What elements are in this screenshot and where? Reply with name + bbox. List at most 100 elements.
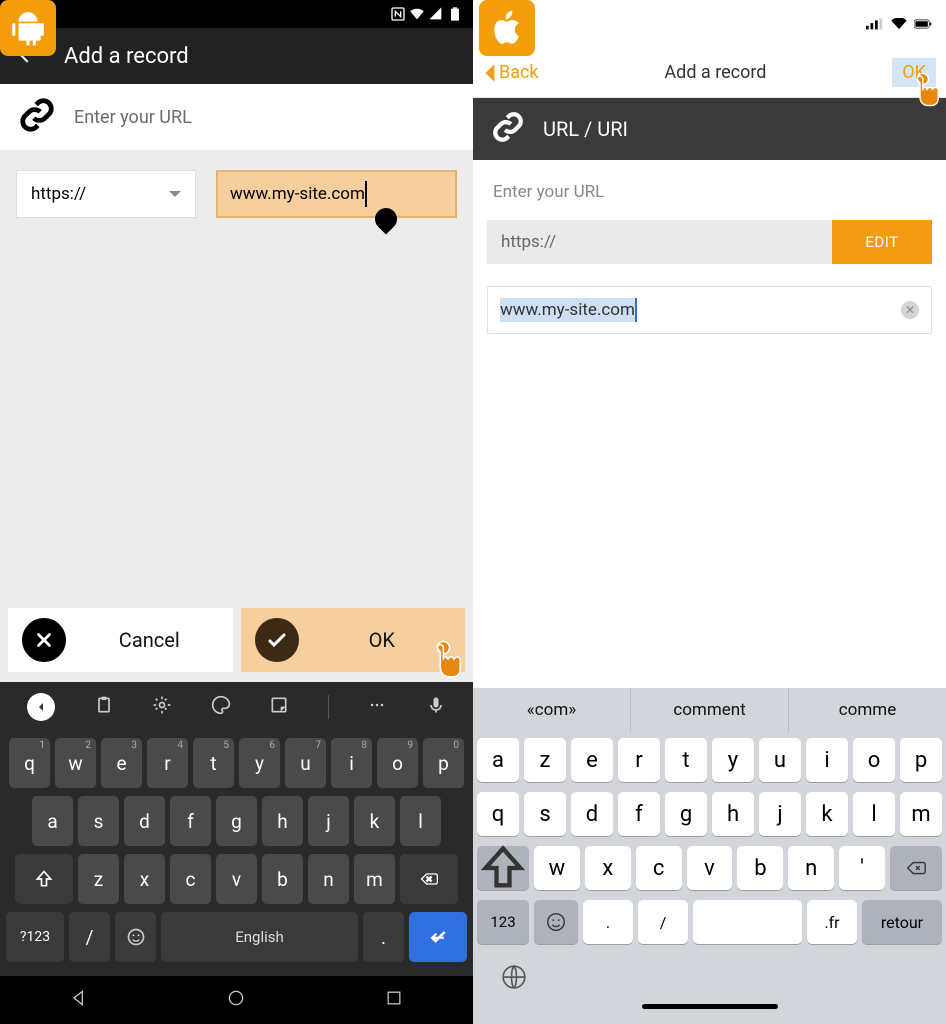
space-key[interactable] <box>693 900 802 944</box>
home-indicator[interactable] <box>473 1004 946 1024</box>
more-icon[interactable] <box>367 695 387 719</box>
key-k[interactable]: k <box>354 796 395 846</box>
key-m[interactable]: m <box>354 854 395 904</box>
key-b[interactable]: b <box>262 854 303 904</box>
shift-key[interactable] <box>477 846 529 890</box>
space-key[interactable]: English <box>161 912 358 962</box>
key-z[interactable]: z <box>524 738 566 782</box>
return-key[interactable]: retour <box>862 900 942 944</box>
suggestion[interactable]: «com» <box>473 688 631 732</box>
nav-back-icon[interactable] <box>69 988 89 1012</box>
key-w[interactable]: w2 <box>55 738 96 788</box>
key-r[interactable]: r <box>618 738 660 782</box>
ios-phone: Back Add a record OK URL / URI Enter you… <box>473 0 946 1024</box>
back-button[interactable]: Back <box>483 62 539 84</box>
key-p[interactable]: p <box>900 738 942 782</box>
mic-icon[interactable] <box>426 695 446 719</box>
nav-home-icon[interactable] <box>226 988 246 1012</box>
key-h[interactable]: h <box>712 792 754 836</box>
edit-button[interactable]: EDIT <box>832 220 932 264</box>
key-i[interactable]: i <box>806 738 848 782</box>
key-v[interactable]: v <box>216 854 257 904</box>
ok-button[interactable]: OK <box>892 58 936 87</box>
key-x[interactable]: x <box>124 854 165 904</box>
key-j[interactable]: j <box>308 796 349 846</box>
key-n[interactable]: n <box>788 846 834 890</box>
key-s[interactable]: s <box>524 792 566 836</box>
key-'[interactable]: ' <box>839 846 885 890</box>
key-q[interactable]: q <box>477 792 519 836</box>
key-d[interactable]: d <box>571 792 613 836</box>
key-h[interactable]: h <box>262 796 303 846</box>
return-key[interactable] <box>409 912 467 962</box>
key-y[interactable]: y <box>712 738 754 782</box>
key-p[interactable]: p0 <box>423 738 464 788</box>
scheme-dropdown[interactable]: https:// <box>16 170 196 218</box>
key-f[interactable]: f <box>170 796 211 846</box>
url-input[interactable]: www.my-site.com ✕ <box>487 286 932 334</box>
note-icon[interactable] <box>269 695 289 719</box>
key-n[interactable]: n <box>308 854 349 904</box>
key-a[interactable]: a <box>32 796 73 846</box>
ok-button[interactable]: OK <box>241 608 466 672</box>
key-t[interactable]: t <box>665 738 707 782</box>
key-o[interactable]: o9 <box>377 738 418 788</box>
emoji-key[interactable] <box>115 912 156 962</box>
slash-key[interactable]: / <box>69 912 110 962</box>
key-c[interactable]: c <box>170 854 211 904</box>
key-f[interactable]: f <box>618 792 660 836</box>
key-q[interactable]: q1 <box>9 738 50 788</box>
key-y[interactable]: y6 <box>239 738 280 788</box>
clear-icon[interactable]: ✕ <box>901 301 919 319</box>
key-i[interactable]: i8 <box>331 738 372 788</box>
kb-back-icon[interactable] <box>27 693 55 721</box>
suggestion[interactable]: comme <box>789 688 946 732</box>
key-e[interactable]: e <box>571 738 613 782</box>
palette-icon[interactable] <box>211 695 231 719</box>
symbols-key[interactable]: 123 <box>477 900 529 944</box>
shift-key[interactable] <box>15 854 73 904</box>
key-l[interactable]: l <box>853 792 895 836</box>
key-v[interactable]: v <box>687 846 733 890</box>
key-j[interactable]: j <box>759 792 801 836</box>
clipboard-icon[interactable] <box>94 695 114 719</box>
tld-key[interactable]: .fr <box>807 900 857 944</box>
key-z[interactable]: z <box>78 854 119 904</box>
ios-header: Back Add a record OK <box>473 48 946 98</box>
key-t[interactable]: t5 <box>193 738 234 788</box>
backspace-key[interactable] <box>400 854 458 904</box>
key-b[interactable]: b <box>737 846 783 890</box>
backspace-key[interactable] <box>890 846 942 890</box>
key-r[interactable]: r4 <box>147 738 188 788</box>
globe-icon[interactable] <box>501 964 527 994</box>
key-g[interactable]: g <box>665 792 707 836</box>
nav-recent-icon[interactable] <box>384 988 404 1012</box>
key-s[interactable]: s <box>78 796 119 846</box>
battery-icon <box>447 6 463 22</box>
key-a[interactable]: a <box>477 738 519 782</box>
ios-badge <box>479 0 535 56</box>
key-w[interactable]: w <box>534 846 580 890</box>
url-label-row: Enter your URL <box>0 84 473 150</box>
key-c[interactable]: c <box>636 846 682 890</box>
url-input[interactable]: www.my-site.com <box>216 170 457 218</box>
cancel-button[interactable]: Cancel <box>8 608 233 672</box>
key-u[interactable]: u <box>759 738 801 782</box>
gear-icon[interactable] <box>152 695 172 719</box>
key-e[interactable]: e3 <box>101 738 142 788</box>
period-key[interactable]: . <box>583 900 633 944</box>
slash-key[interactable]: / <box>638 900 688 944</box>
key-d[interactable]: d <box>124 796 165 846</box>
key-k[interactable]: k <box>806 792 848 836</box>
key-l[interactable]: l <box>400 796 441 846</box>
key-o[interactable]: o <box>853 738 895 782</box>
suggestion[interactable]: comment <box>631 688 789 732</box>
symbols-key[interactable]: ?123 <box>6 912 64 962</box>
key-u[interactable]: u7 <box>285 738 326 788</box>
android-body: https:// www.my-site.com <box>0 150 473 598</box>
period-key[interactable]: . <box>363 912 404 962</box>
key-g[interactable]: g <box>216 796 257 846</box>
emoji-key[interactable] <box>534 900 578 944</box>
key-m[interactable]: m <box>900 792 942 836</box>
key-x[interactable]: x <box>585 846 631 890</box>
